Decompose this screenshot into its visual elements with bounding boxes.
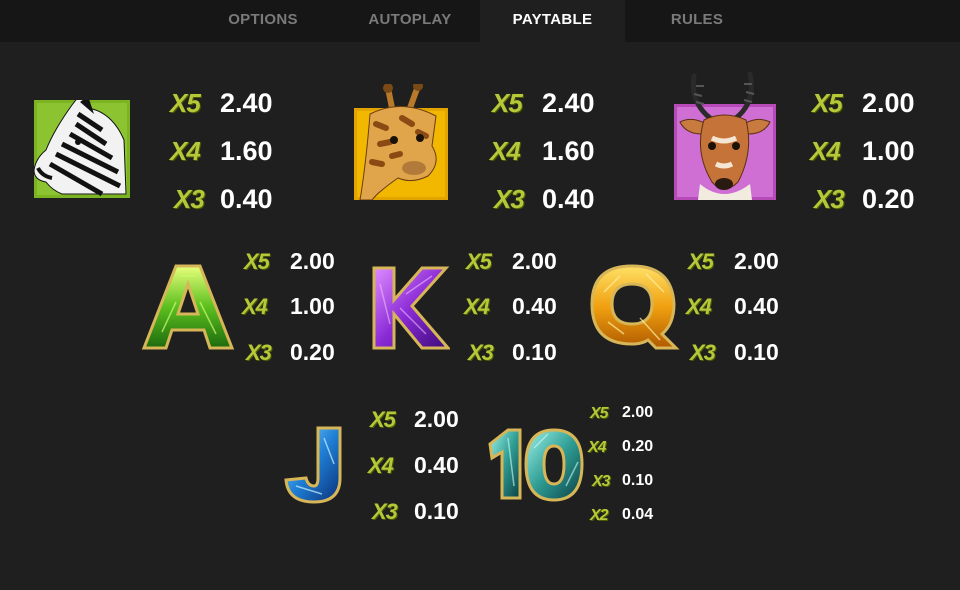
- pay-value: 0.10: [414, 498, 459, 524]
- multiplier-label: X3: [814, 184, 845, 214]
- pay-value: 2.00: [414, 406, 459, 432]
- multiplier-label: X4: [242, 294, 268, 319]
- multiplier-label: X5: [590, 405, 609, 422]
- pay-value: 0.40: [220, 184, 273, 214]
- multiplier-label: X4: [170, 136, 201, 166]
- pay-value: 2.00: [734, 248, 779, 274]
- jack-symbol: [282, 424, 346, 506]
- multiplier-label: X4: [810, 136, 841, 166]
- antelope-icon: [679, 72, 771, 200]
- multiplier-label: X4: [464, 294, 490, 319]
- pay-value: 2.40: [542, 88, 595, 118]
- tab-bar: OPTIONS AUTOPLAY PAYTABLE RULES: [0, 0, 960, 42]
- pay-value: 2.00: [512, 248, 557, 274]
- pay-value: 0.40: [512, 293, 557, 319]
- queen-symbol: [590, 262, 680, 354]
- multiplier-label: X2: [590, 507, 609, 524]
- pay-value: 1.00: [290, 293, 335, 319]
- multiplier-label: X3: [372, 499, 398, 524]
- giraffe-icon: [359, 84, 437, 200]
- queen-icon: [590, 264, 680, 350]
- pay-value: 1.60: [542, 136, 595, 166]
- multiplier-label: X4: [588, 439, 607, 456]
- multiplier-label: X5: [492, 88, 523, 118]
- paytable-screen: OPTIONS AUTOPLAY PAYTABLE RULES X5 2.40 …: [0, 0, 960, 590]
- pay-value: 2.40: [220, 88, 273, 118]
- pay-value: 2.00: [622, 404, 654, 421]
- tab-autoplay[interactable]: AUTOPLAY: [340, 0, 480, 42]
- multiplier-label: X5: [244, 249, 270, 274]
- pay-value: 0.20: [862, 184, 915, 214]
- pay-value: 1.00: [862, 136, 915, 166]
- multiplier-label: X3: [246, 340, 272, 365]
- ace-icon: [141, 264, 235, 350]
- multiplier-label: X3: [690, 340, 716, 365]
- antelope-symbol: [672, 72, 778, 202]
- zebra-symbol: [32, 100, 130, 198]
- multiplier-label: X3: [468, 340, 494, 365]
- pay-value: 0.10: [512, 339, 557, 365]
- zebra-icon: [33, 100, 127, 197]
- pay-value: 0.40: [414, 452, 459, 478]
- multiplier-label: X5: [688, 249, 714, 274]
- pay-value: 0.20: [290, 339, 335, 365]
- multiplier-label: X5: [170, 88, 201, 118]
- tab-rules[interactable]: RULES: [630, 0, 764, 42]
- multiplier-label: X3: [174, 184, 205, 214]
- ace-symbol: [140, 262, 236, 354]
- ten-symbol: [486, 426, 586, 504]
- multiplier-label: X5: [370, 407, 396, 432]
- multiplier-label: X5: [466, 249, 492, 274]
- multiplier-label: X4: [686, 294, 712, 319]
- multiplier-label: X4: [368, 453, 394, 478]
- king-icon: [372, 266, 452, 350]
- pay-value: 2.00: [290, 248, 335, 274]
- multiplier-label: X4: [490, 136, 521, 166]
- pay-value: 0.20: [622, 438, 654, 455]
- multiplier-label: X3: [494, 184, 525, 214]
- king-symbol: [370, 264, 452, 352]
- pay-value: 0.04: [622, 506, 654, 523]
- ten-icon: [488, 428, 584, 502]
- pay-value: 0.40: [542, 184, 595, 214]
- multiplier-label: X3: [592, 473, 611, 490]
- tab-paytable[interactable]: PAYTABLE: [480, 0, 625, 42]
- multiplier-label: X5: [812, 88, 843, 118]
- jack-icon: [284, 426, 342, 504]
- pay-value: 0.10: [622, 472, 654, 489]
- pay-value: 2.00: [862, 88, 915, 118]
- tab-options[interactable]: OPTIONS: [200, 0, 326, 42]
- pay-value: 0.40: [734, 293, 779, 319]
- pay-value: 0.10: [734, 339, 779, 365]
- pay-value: 1.60: [220, 136, 273, 166]
- giraffe-symbol: [352, 84, 450, 200]
